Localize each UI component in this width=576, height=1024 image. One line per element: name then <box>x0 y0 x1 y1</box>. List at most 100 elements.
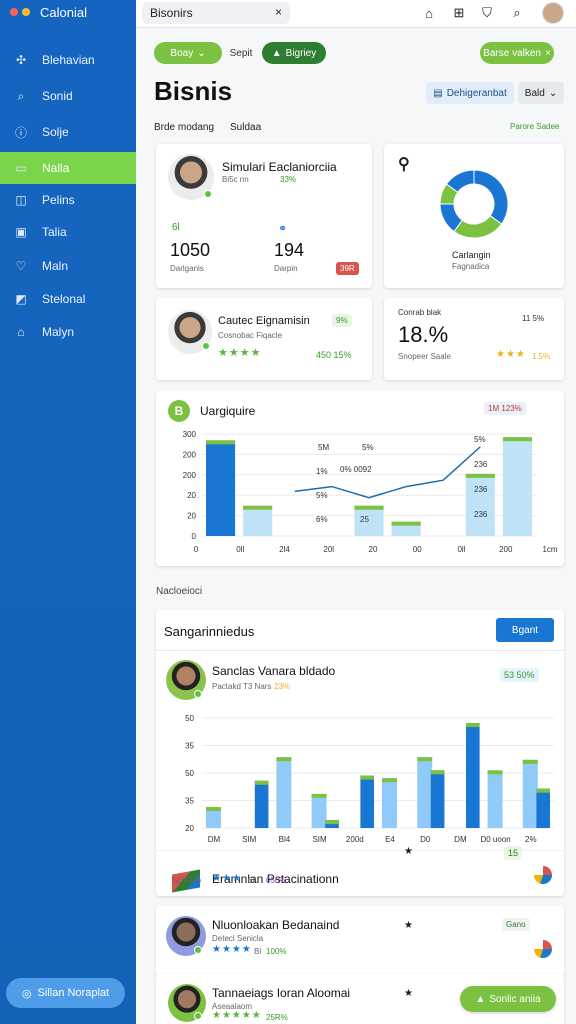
stat2-value: 194 <box>274 240 305 260</box>
sidebar-item-7[interactable]: ◩ Stelonal <box>0 283 136 315</box>
sidebar-item-1[interactable]: ⌕ Sonid <box>0 80 136 112</box>
x-tick-label: 0ll <box>457 545 465 554</box>
shield-icon[interactable]: ⛉ <box>478 4 496 22</box>
minimize-dot[interactable] <box>22 8 30 16</box>
panel-action-button[interactable]: Bgant <box>496 618 554 642</box>
profile-card: Simulari Eaclaniorciia Bi5c nn 33% 6l 10… <box>156 144 372 288</box>
home-icon[interactable]: ⌂ <box>420 4 438 22</box>
row1-rating: 6l <box>248 876 255 885</box>
stat-card: Conrab blak 11 5% 18.% Snopeer Saale ★★★… <box>384 298 564 380</box>
rating-stars: ★★★★ <box>212 944 252 955</box>
filter-label: Dehigeranbat <box>446 87 507 99</box>
row2-badge: Gano <box>502 918 530 931</box>
panel-badge: 53 50% <box>500 668 539 682</box>
floating-action-button[interactable]: ▲ Sonlic aniia <box>460 986 556 1012</box>
section-label: Nacloeioci <box>156 586 203 597</box>
sidebar-item-4[interactable]: ◫ Pelins <box>0 184 136 216</box>
chart-card-1: B Uargiquire 1M 123% 300 200 200 20 20 0 0 0ll 2… <box>156 390 564 566</box>
bar <box>502 437 532 536</box>
x-tick-label: 0 <box>194 545 199 554</box>
info-icon: ⓘ <box>14 125 27 140</box>
stat-foot-pct: 1.5% <box>532 352 551 361</box>
bar <box>465 473 495 536</box>
list-item[interactable]: Nluonloakan Bedanaind Detecl Senicla ★★★… <box>156 906 564 976</box>
sidebar-item-label: Malyn <box>42 325 75 339</box>
link-icon: ⚭ <box>278 223 288 235</box>
sidebar-item-label: Sonid <box>42 89 73 103</box>
stat-value: 18.% <box>398 322 449 347</box>
sidebar-item-label: Blehavian <box>42 53 95 67</box>
bar-dark <box>360 775 374 828</box>
close-dot[interactable] <box>10 8 18 16</box>
person-value: 450 15% <box>316 350 352 360</box>
close-icon: × <box>544 47 551 59</box>
y-tick-label: 50 <box>185 769 194 778</box>
bar-cap <box>254 780 269 785</box>
sidebar-item-5[interactable]: ▣ Talia <box>0 216 136 248</box>
sidebar-cta-button[interactable]: ◎ Sillan Noraplat <box>6 978 125 1008</box>
doc-icon: ▣ <box>15 225 27 239</box>
bar-cap <box>465 473 495 478</box>
sidebar: Calonial ✣ Blehavian ⌕ Sonid ⓘ Solje ▭ Nalla… <box>0 0 136 1024</box>
filter-pill-4[interactable]: Barse valken × <box>480 42 554 64</box>
star-icon[interactable]: ★ <box>404 920 413 931</box>
data-label: 5% <box>362 443 374 452</box>
globe-icon: ◎ <box>21 987 32 1000</box>
chart-icon: ◩ <box>15 292 27 306</box>
chevron-icon: ⌄ <box>197 47 206 59</box>
bar-cap <box>466 723 480 728</box>
sidebar-item-0[interactable]: ✣ Blehavian <box>0 44 136 76</box>
topbar: Bisonirs × ⌂ ⊞ ⛉ ⌕ <box>136 0 576 28</box>
sidebar-item-label: Maln <box>42 259 69 273</box>
data-label: 5% <box>316 491 328 500</box>
rating-stars: ★★★ <box>212 873 242 884</box>
edit-button[interactable]: Bald ⌄ <box>518 82 564 104</box>
y-tick-label: 20 <box>187 512 196 521</box>
sidebar-item-label: Nalla <box>42 161 70 175</box>
star-icon[interactable]: ★ <box>404 988 413 999</box>
x-tick-label: 200d <box>346 835 364 844</box>
data-label: 25 <box>360 515 369 524</box>
fab-label: Sonlic aniia <box>489 993 541 1005</box>
bar-cap <box>360 775 374 780</box>
panel-title: Sangarinniedus <box>164 624 255 639</box>
close-icon[interactable]: × <box>275 5 282 19</box>
bar-cap <box>206 807 221 812</box>
user-avatar[interactable] <box>542 2 564 24</box>
sidebar-item-3[interactable]: ▭ Nalla <box>0 152 136 184</box>
filter-pill-2[interactable]: Sepit <box>226 42 256 64</box>
panel-person-pct: 23% <box>274 682 291 691</box>
add-icon[interactable]: ⊞ <box>450 4 468 22</box>
x-tick-label: 200 <box>499 545 513 554</box>
panel-person-name: Sanclas Vanara bldado <box>212 664 336 678</box>
y-tick-label: 300 <box>183 430 197 439</box>
x-tick-label: SIM <box>242 835 257 844</box>
y-tick-label: 200 <box>183 450 197 459</box>
x-tick-label: 2% <box>525 835 537 844</box>
sidebar-item-8[interactable]: ⌂ Malyn <box>0 316 136 348</box>
sidebar-item-2[interactable]: ⓘ Solje <box>0 116 136 148</box>
panel-person-meta: Pactakd T3 Nars <box>212 682 272 691</box>
person-card: Cautec Eignamisin Cosnobac Fiqacle 9% ★★… <box>156 298 372 380</box>
tab-active[interactable]: Bisonirs × <box>142 2 290 24</box>
sidebar-item-label: Solje <box>42 125 69 139</box>
filter-pill-1[interactable]: Boay ⌄ <box>154 42 222 64</box>
search-icon[interactable]: ⌕ <box>508 4 526 22</box>
sidebar-item-6[interactable]: ♡ Maln <box>0 250 136 282</box>
y-tick-label: 35 <box>185 797 194 806</box>
bar-cap <box>536 788 550 793</box>
filter-pill-3[interactable]: ▲ Bigriey <box>262 42 326 64</box>
rating-stars: ★★★★★ <box>212 1010 262 1021</box>
person-badge: 9% <box>332 314 352 327</box>
window-controls[interactable] <box>10 8 30 16</box>
bar-cap <box>311 793 327 798</box>
bar-cap <box>487 770 503 775</box>
filter-button[interactable]: ▤ Dehigeranbat <box>426 82 514 104</box>
star-icon[interactable]: ★ <box>404 846 413 857</box>
bar-cap <box>325 820 339 825</box>
rating-stars: ★★★★ <box>218 347 262 359</box>
bar-cap <box>502 437 532 442</box>
row3-pct: 25R% <box>266 1013 288 1022</box>
bar-light <box>382 778 397 828</box>
pill-label: Bigriey <box>285 47 317 59</box>
